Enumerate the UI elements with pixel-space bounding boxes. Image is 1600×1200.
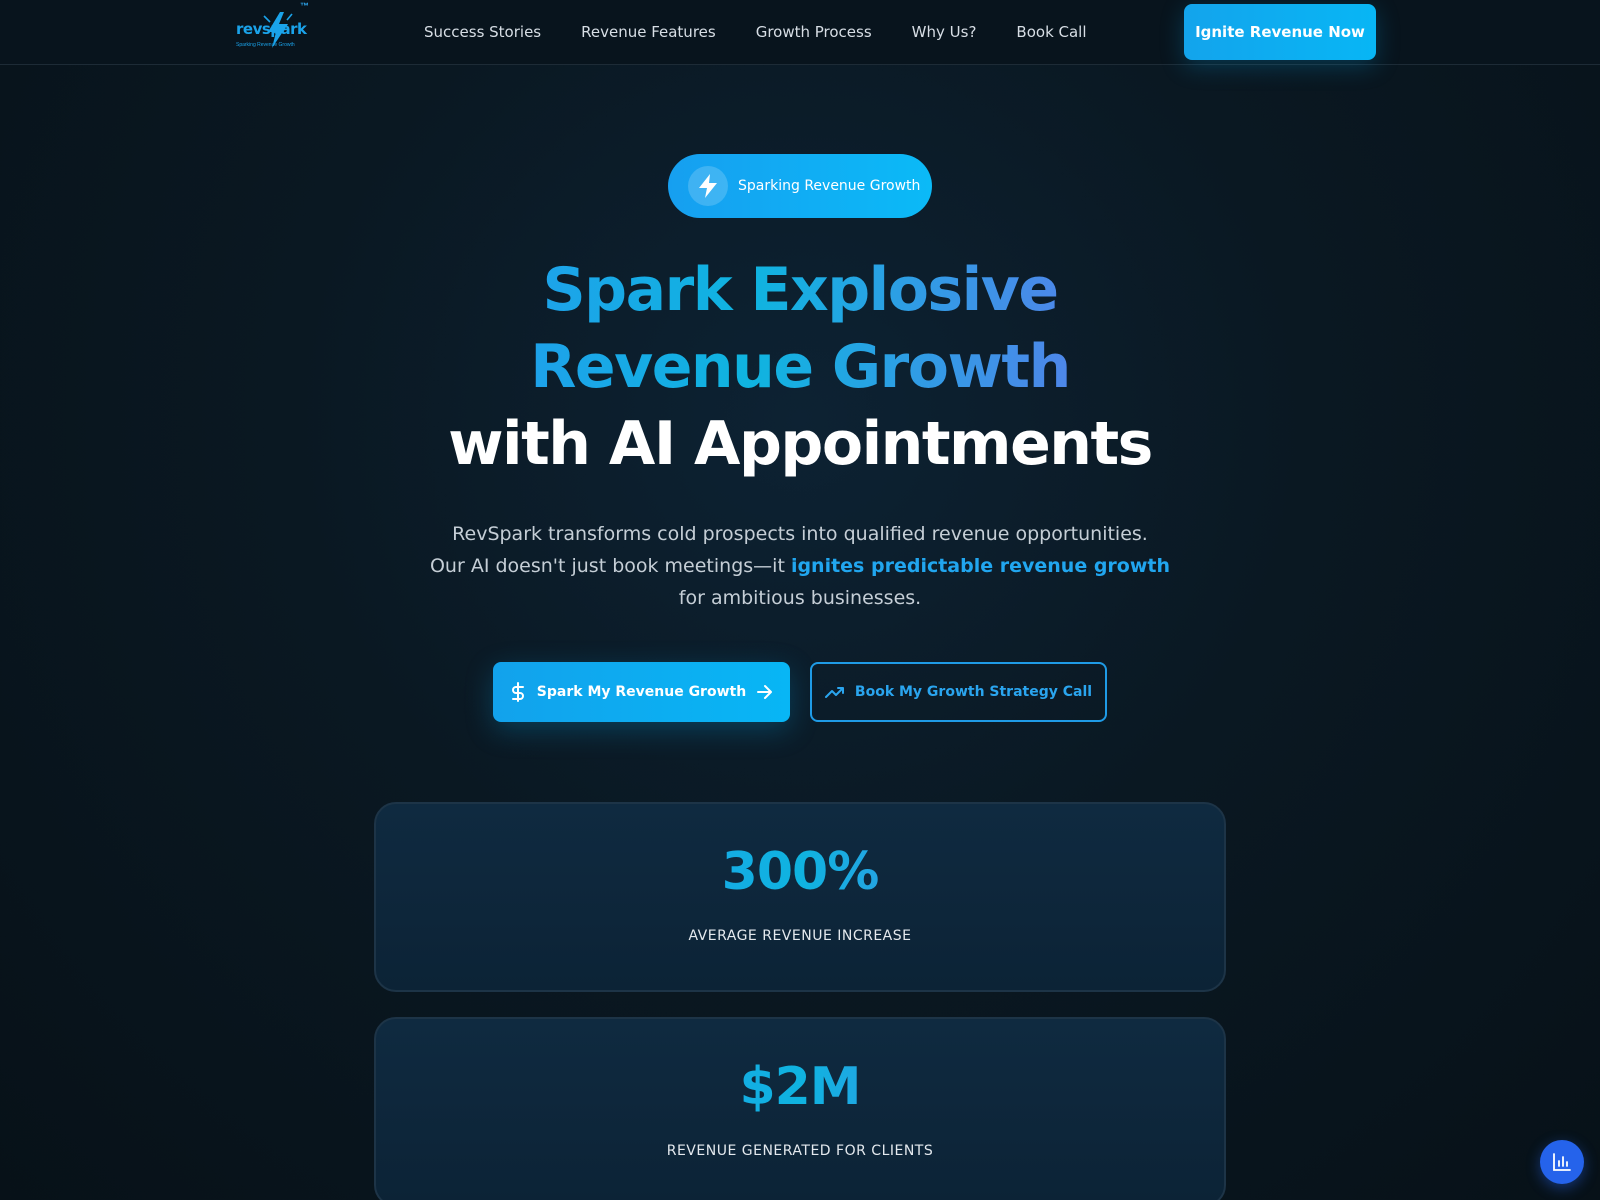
nav-link-revenue-features[interactable]: Revenue Features bbox=[581, 23, 716, 41]
spark-revenue-button[interactable]: Spark My Revenue Growth bbox=[493, 662, 790, 722]
badge-label: Sparking Revenue Growth bbox=[738, 178, 921, 194]
brand-logo[interactable]: revspark ™ Sparking Revenue Growth bbox=[236, 1, 316, 54]
trademark-symbol: ™ bbox=[300, 1, 309, 11]
main-nav: Success Stories Revenue Features Growth … bbox=[424, 0, 1087, 64]
stat-card-revenue-generated: $2M REVENUE GENERATED FOR CLIENTS bbox=[374, 1017, 1226, 1200]
stat-card-revenue-increase: 300% AVERAGE REVENUE INCREASE bbox=[374, 802, 1226, 992]
stat-value: $2M bbox=[376, 1057, 1224, 1117]
logo-wordmark: revspark bbox=[236, 20, 307, 38]
hero-badge: Sparking Revenue Growth bbox=[668, 154, 932, 218]
headline-line-1: Spark Explosive bbox=[300, 252, 1300, 329]
dollar-icon bbox=[511, 682, 524, 702]
headline-line-3: with AI Appointments bbox=[448, 409, 1153, 479]
stat-value: 300% bbox=[376, 842, 1224, 902]
trending-up-icon bbox=[824, 687, 844, 698]
subtext-line-2: Our AI doesn't just book meetings—it bbox=[429, 555, 791, 577]
nav-link-growth-process[interactable]: Growth Process bbox=[756, 23, 872, 41]
subtext-line-1: RevSpark transforms cold prospects into … bbox=[452, 523, 1148, 545]
lightning-bolt-icon bbox=[688, 166, 728, 206]
nav-link-book-call[interactable]: Book Call bbox=[1016, 23, 1086, 41]
analytics-fab-button[interactable] bbox=[1540, 1140, 1584, 1184]
hero-subtext: RevSpark transforms cold prospects into … bbox=[400, 518, 1200, 614]
subtext-highlight: ignites predictable revenue growth bbox=[790, 555, 1171, 577]
logo-tagline: Sparking Revenue Growth bbox=[236, 42, 295, 48]
top-navbar: revspark ™ Sparking Revenue Growth Succe… bbox=[0, 0, 1600, 65]
arrow-right-icon bbox=[757, 685, 773, 699]
subtext-line-3: for ambitious businesses. bbox=[678, 587, 922, 609]
stat-label: REVENUE GENERATED FOR CLIENTS bbox=[666, 1143, 934, 1159]
book-strategy-call-button[interactable]: Book My Growth Strategy Call bbox=[810, 662, 1107, 722]
book-strategy-call-label: Book My Growth Strategy Call bbox=[854, 684, 1093, 700]
stat-label: AVERAGE REVENUE INCREASE bbox=[688, 928, 912, 944]
ignite-revenue-button[interactable]: Ignite Revenue Now bbox=[1184, 4, 1376, 60]
hero-headline: Spark Explosive Revenue Growth with AI A… bbox=[300, 252, 1300, 483]
headline-line-2: Revenue Growth bbox=[300, 329, 1300, 406]
bar-chart-icon bbox=[1553, 1153, 1571, 1171]
nav-link-why-us[interactable]: Why Us? bbox=[912, 23, 977, 41]
spark-revenue-button-label: Spark My Revenue Growth bbox=[536, 684, 747, 700]
nav-link-success-stories[interactable]: Success Stories bbox=[424, 23, 541, 41]
